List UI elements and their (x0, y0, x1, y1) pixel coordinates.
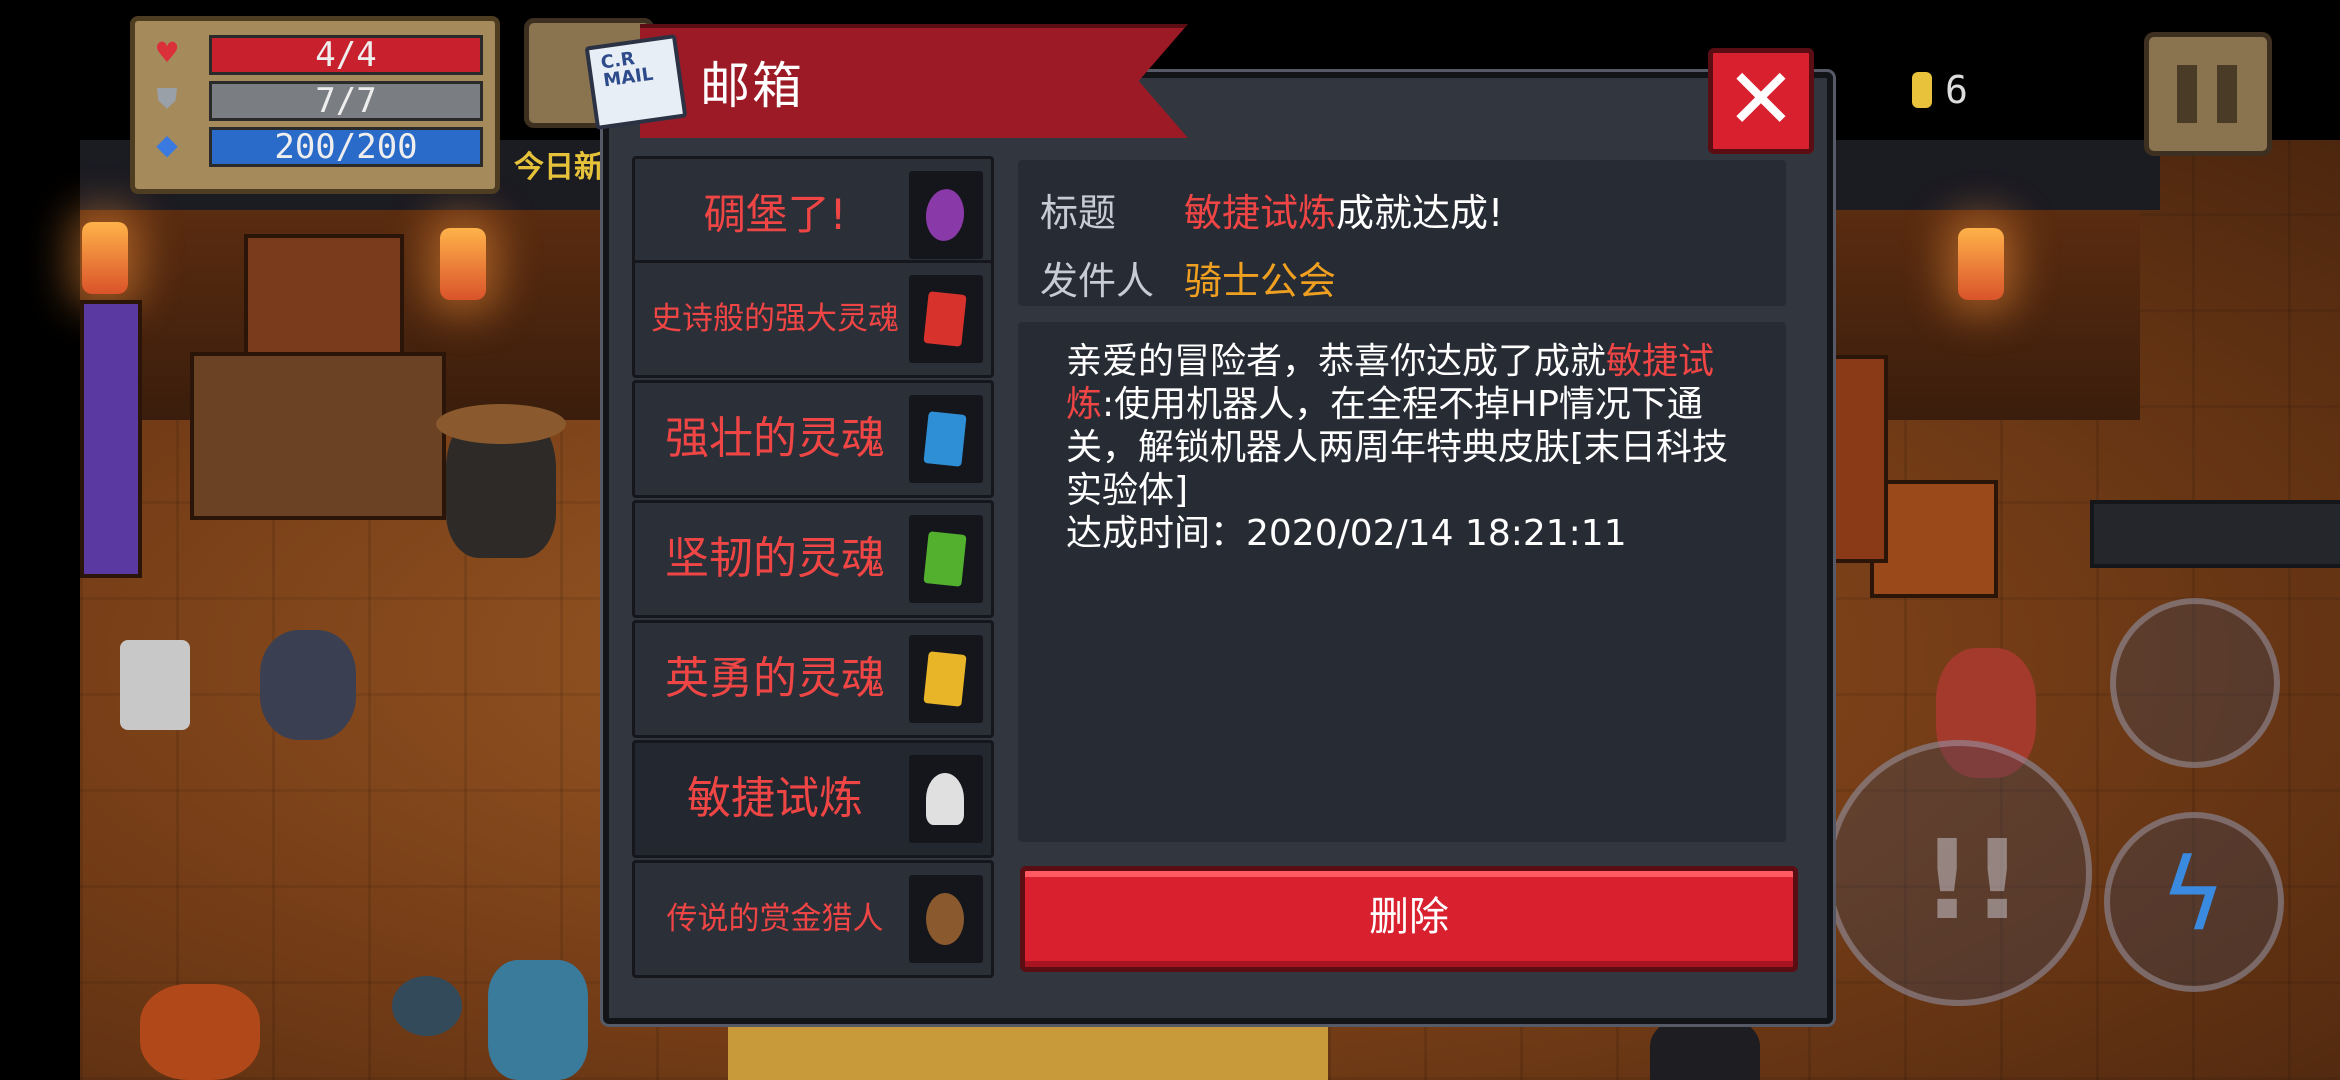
attack-button[interactable]: !! (1826, 740, 2092, 1006)
mail-envelope-icon: C.R MAIL (584, 34, 688, 130)
pause-button[interactable] (2144, 32, 2272, 156)
lantern-icon (440, 228, 486, 300)
mail-thumb (909, 755, 983, 843)
mail-item-name: 英勇的灵魂 (665, 653, 885, 704)
mail-body-text: 亲爱的冒险者，恭喜你达成了成就敏捷试炼:使用机器人，在全程不掉HP情况下通关，解… (1066, 340, 1746, 555)
energy-bar: 200/200 (209, 127, 483, 167)
mail-body-panel: 亲爱的冒险者，恭喜你达成了成就敏捷试炼:使用机器人，在全程不掉HP情况下通关，解… (1018, 322, 1786, 842)
mail-thumb (909, 395, 983, 483)
lantern-icon (1958, 228, 2004, 300)
mail-header-panel: 标题 敏捷试炼成就达成! 发件人 骑士公会 (1018, 160, 1786, 306)
coin-icon (1912, 72, 1932, 108)
mail-thumb (909, 635, 983, 723)
achievement-time: 达成时间：2020/02/14 18:21:11 (1066, 513, 1627, 554)
shield-icon: ⛊ (156, 82, 178, 115)
health-row: ♥ 4/4 (149, 33, 483, 75)
mail-item[interactable]: 碉堡了! (632, 156, 994, 274)
soul-card-icon (923, 651, 967, 707)
mail-thumb (909, 515, 983, 603)
mail-item-name: 敏捷试炼 (687, 773, 863, 824)
mail-item[interactable]: 英勇的灵魂 (632, 620, 994, 738)
mail-item-name: 坚韧的灵魂 (665, 533, 885, 584)
daily-label: 今日新 (514, 150, 604, 185)
subject-label: 标题 (1040, 191, 1117, 235)
vending-machine[interactable] (80, 300, 142, 578)
delete-button[interactable]: 删除 (1020, 866, 1798, 972)
desk (190, 352, 446, 520)
weapon-swap-button[interactable] (2110, 598, 2280, 768)
mail-badge-text: C.R MAIL (599, 48, 655, 92)
subject-highlight: 敏捷试炼 (1184, 191, 1337, 235)
plant-decoration (140, 984, 260, 1080)
horned-npc[interactable] (260, 630, 356, 740)
soul-card-icon (923, 531, 967, 587)
skill-button[interactable]: ϟ (2104, 812, 2284, 992)
mail-item-name: 碉堡了! (703, 190, 847, 239)
body-part1: 亲爱的冒险者，恭喜你达成了成就 (1066, 341, 1607, 382)
armor-bar: 7/7 (209, 81, 483, 121)
mail-thumb (909, 275, 983, 363)
mail-thumb (909, 875, 983, 963)
ice-creature (488, 960, 588, 1080)
energy-row: ◆ 200/200 (149, 125, 483, 167)
soul-card-icon (923, 411, 967, 467)
subject-rest: 成就达成! (1336, 191, 1504, 235)
sender-label: 发件人 (1040, 259, 1155, 303)
mail-item[interactable]: 强壮的灵魂 (632, 380, 994, 498)
coin-counter: 6 (1945, 68, 1968, 112)
mail-item-selected[interactable]: 敏捷试炼 (632, 740, 994, 858)
exclaim-icon: !! (1922, 816, 2023, 944)
mail-item-name: 传说的赏金猎人 (666, 901, 884, 937)
drawer-cabinet (1870, 480, 1998, 598)
mail-thumb (909, 171, 983, 259)
soul-card-icon (923, 291, 967, 347)
mail-item[interactable]: 坚韧的灵魂 (632, 500, 994, 618)
body-part2: :使用机器人，在全程不掉HP情况下通关，解锁机器人两周年特典皮肤[末日科技实验体… (1066, 384, 1729, 511)
mail-item-name: 强壮的灵魂 (665, 413, 885, 464)
wall-shelf (244, 234, 404, 362)
heart-icon: ♥ (154, 36, 180, 69)
pot-decoration (392, 976, 462, 1036)
tornado-icon (926, 773, 964, 825)
lightning-icon: ϟ (2160, 836, 2226, 953)
lantern-icon (82, 222, 128, 294)
demon-head-icon (923, 187, 967, 243)
health-bar: 4/4 (209, 35, 483, 75)
pause-icon (2217, 65, 2237, 123)
mail-item[interactable]: 传说的赏金猎人 (632, 860, 994, 978)
subject-value: 敏捷试炼成就达成! (1184, 182, 1503, 237)
player-stats-panel: ♥ 4/4 ⛊ 7/7 ◆ 200/200 (130, 16, 500, 194)
sender-value: 骑士公会 (1184, 259, 1337, 303)
dialog-title: 邮箱 (700, 57, 804, 115)
armor-row: ⛊ 7/7 (149, 79, 483, 121)
boar-icon (926, 893, 964, 945)
mail-item-name: 史诗般的强大灵魂 (651, 301, 899, 337)
mail-item[interactable]: 史诗般的强大灵魂 (632, 260, 994, 378)
robot-npc[interactable] (120, 640, 190, 730)
cowboy-hat (436, 404, 566, 444)
side-ledge (2090, 500, 2340, 568)
mail-list: 碉堡了! 史诗般的强大灵魂 强壮的灵魂 坚韧的灵魂 英勇的灵魂 敏捷试炼 传说的… (632, 156, 994, 978)
pause-icon (2177, 65, 2197, 123)
energy-diamond-icon: ◆ (156, 128, 178, 161)
close-button[interactable]: ✕ (1708, 48, 1814, 154)
